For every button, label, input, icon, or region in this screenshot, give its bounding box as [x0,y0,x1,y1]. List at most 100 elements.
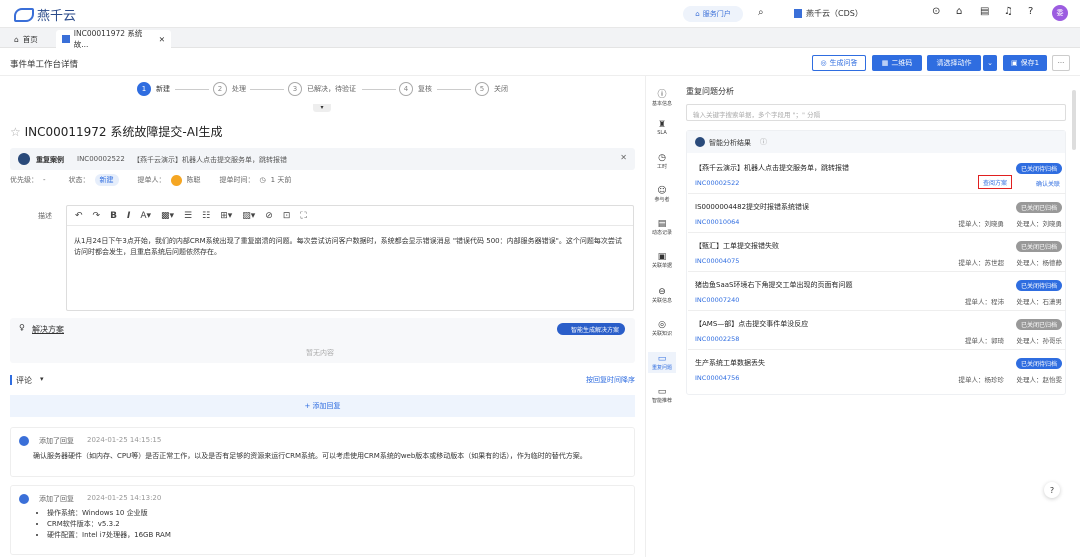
action-select-button[interactable]: 请选择动作 [927,55,981,71]
confirm-link-button[interactable]: 确认关联 [1036,179,1060,188]
nav-related-docs[interactable]: ▣ 关联单据 [648,252,676,269]
bold-icon[interactable]: B [110,211,117,221]
highlight-icon[interactable]: ▩▾ [161,211,174,221]
duplicate-id[interactable]: INC00002522 [77,155,125,163]
step-process[interactable]: 2 处理 [213,82,246,96]
tenant-switch[interactable]: 燕千云（CDS） [794,8,863,19]
duplicate-card[interactable]: 生产系统工单数据丢失 已关闭待归档 INC00004756 提单人：杨珍珍 处理… [688,352,1066,389]
card-id-link[interactable]: INC00004756 [695,374,739,382]
card-id-link[interactable]: INC00002258 [695,335,739,343]
doc-icon: ▣ [657,252,667,262]
nav-participants[interactable]: ☺ 参与者 [648,186,676,203]
save-button[interactable]: ▣ 保存1 [1003,55,1047,71]
calendar-icon[interactable]: ▤ [980,6,989,17]
ai-generate-solution-button[interactable]: 智能生成解决方案 [556,323,625,335]
card-title[interactable]: 生产系统工单数据丢失 [695,358,765,368]
ordered-list-icon[interactable]: ☷ [202,211,210,221]
duplicate-card[interactable]: IS0000004482提交时报错系统错误 已关闭已归档 INC00010064… [688,196,1066,233]
tenant-icon [794,9,802,18]
italic-icon[interactable]: I [127,211,130,221]
sort-button[interactable]: 按回复时间降序 [586,375,635,385]
card-id-link[interactable]: INC00010064 [695,218,739,226]
card-title[interactable]: 【甄汇】工单提交报错失败 [695,241,779,251]
step-resolved[interactable]: 3 已解决，待验证 [288,82,356,96]
bell-icon[interactable]: ♫ [1004,6,1013,17]
avatar [19,436,29,446]
card-handler: 处理人：石潇男 [1016,298,1063,306]
close-tab-icon[interactable]: ✕ [159,35,165,44]
nav-basic-info[interactable]: ⓘ 基本信息 [648,87,676,107]
qrcode-icon: ▦ [881,59,889,67]
chevron-down-icon[interactable]: ▾ [40,375,44,383]
scrollbar[interactable] [1072,90,1076,150]
tab-label: INC00011972 系统故... [73,29,143,49]
duplicate-card[interactable]: 【甄汇】工单提交报错失败 已关闭已归档 INC00004075 提单人：苏世超 … [688,235,1066,272]
step-connector [250,89,284,90]
chevron-down-icon[interactable]: ⌄ [983,55,997,71]
more-button[interactable]: ··· [1052,55,1070,71]
priority-label: 优先级： [10,176,38,184]
avatar [19,494,29,504]
star-icon[interactable]: ☆ [10,125,21,139]
nav-smart-recommend[interactable]: ▭ 智能推荐 [648,387,676,404]
solution-section: ♀ 解决方案 智能生成解决方案 暂无内容 [10,318,635,363]
app-logo[interactable]: 燕千云 [14,5,76,24]
card-id-link[interactable]: INC00002522 [695,179,739,187]
add-reply-button[interactable]: + 添加回复 [10,395,635,417]
table-icon[interactable]: ⊞▾ [220,211,232,221]
comments-label[interactable]: 评论 [16,375,32,386]
help-icon[interactable]: ⓘ [760,137,767,147]
nav-activity-log[interactable]: ▤ 动态记录 [648,219,676,236]
card-title[interactable]: 【AMS—部】点击提交事件单没反应 [695,319,808,329]
undo-icon[interactable]: ↶ [75,211,83,221]
cart-icon[interactable]: ⌂ [956,6,962,17]
duplicate-card[interactable]: 【燕千云演示】机器人点击提交服务单，跳转报错 已关闭待归档 INC0000252… [688,157,1066,194]
tab-ticket[interactable]: INC00011972 系统故... ✕ [56,29,171,49]
collapse-toggle-icon[interactable]: ▾ [313,104,331,112]
nav-label: 重复问题 [651,365,672,371]
upload-icon[interactable]: ⊡ [283,211,291,221]
image-icon[interactable]: ▨▾ [242,211,255,221]
card-submitter: 提单人：郭琦 [965,337,1004,345]
help-icon[interactable]: ? [1028,6,1033,17]
description-editor[interactable]: ↶ ↷ B I A▾ ▩▾ ☰ ☷ ⊞▾ ▨▾ ⊘ ⊡ ⛶ 从1月24日下午3点… [66,205,634,311]
close-icon[interactable]: ✕ [620,153,627,162]
qrcode-button[interactable]: ▦ 二维码 [872,55,922,71]
link-icon[interactable]: ⊘ [265,211,273,221]
card-id-link[interactable]: INC00007240 [695,296,739,304]
card-id-link[interactable]: INC00004075 [695,257,739,265]
nav-related-knowledge[interactable]: ◎ 关联知识 [648,320,676,337]
nav-worktime[interactable]: ◷ 工时 [648,153,676,170]
redo-icon[interactable]: ↷ [93,211,101,221]
view-solution-button[interactable]: 查阅方案 [977,175,1012,189]
description-text[interactable]: 从1月24日下午3点开始，我们的内部CRM系统出现了重复崩溃的问题。每次尝试访问… [67,226,633,268]
priority-value[interactable]: - [43,176,46,184]
robot-icon [695,137,705,147]
search-input[interactable]: 输入关键字搜索单据，多个字段用 "；" 分隔 [686,104,1066,121]
duplicate-card[interactable]: 【AMS—部】点击提交事件单没反应 已关闭已归档 INC00002258 提单人… [688,313,1066,350]
user-avatar[interactable]: 委 [1052,5,1068,21]
submitter-name[interactable]: 陈聪 [187,175,201,185]
nav-related-info[interactable]: ⊖ 关联信息 [648,287,676,304]
step-new[interactable]: 1 新建 [137,82,170,96]
step-close[interactable]: 5 关闭 [475,82,508,96]
list-icon[interactable]: ☰ [184,211,192,221]
solution-label: 解决方案 [32,325,64,334]
card-title[interactable]: IS0000004482提交时报错系统错误 [695,202,809,212]
card-title[interactable]: 【燕千云演示】机器人点击提交服务单，跳转报错 [695,163,849,173]
search-icon[interactable]: ⌕ [758,7,764,18]
card-submitter: 提单人：杨珍珍 [958,376,1005,384]
generate-qa-button[interactable]: ◎ 生成问答 [812,55,866,71]
app-name: 燕千云 [37,9,77,24]
nav-duplicate-issues[interactable]: ▭ 重复问题 [648,352,676,373]
fullscreen-icon[interactable]: ⛶ [300,211,306,221]
help-float-icon[interactable]: ? [1044,482,1060,498]
settings-icon[interactable]: ⊙ [932,6,940,17]
step-review[interactable]: 4 复核 [399,82,432,96]
font-color-icon[interactable]: A▾ [140,211,151,221]
service-portal-button[interactable]: ⌂ 服务门户 [683,6,743,22]
card-title[interactable]: 猪齿鱼SaaS环境右下角提交工单出现的页面有问题 [695,280,852,290]
duplicate-card[interactable]: 猪齿鱼SaaS环境右下角提交工单出现的页面有问题 已关闭待归档 INC00007… [688,274,1066,311]
tab-home[interactable]: ⌂ 首页 [8,30,44,48]
nav-sla[interactable]: ♜ SLA [648,120,676,136]
